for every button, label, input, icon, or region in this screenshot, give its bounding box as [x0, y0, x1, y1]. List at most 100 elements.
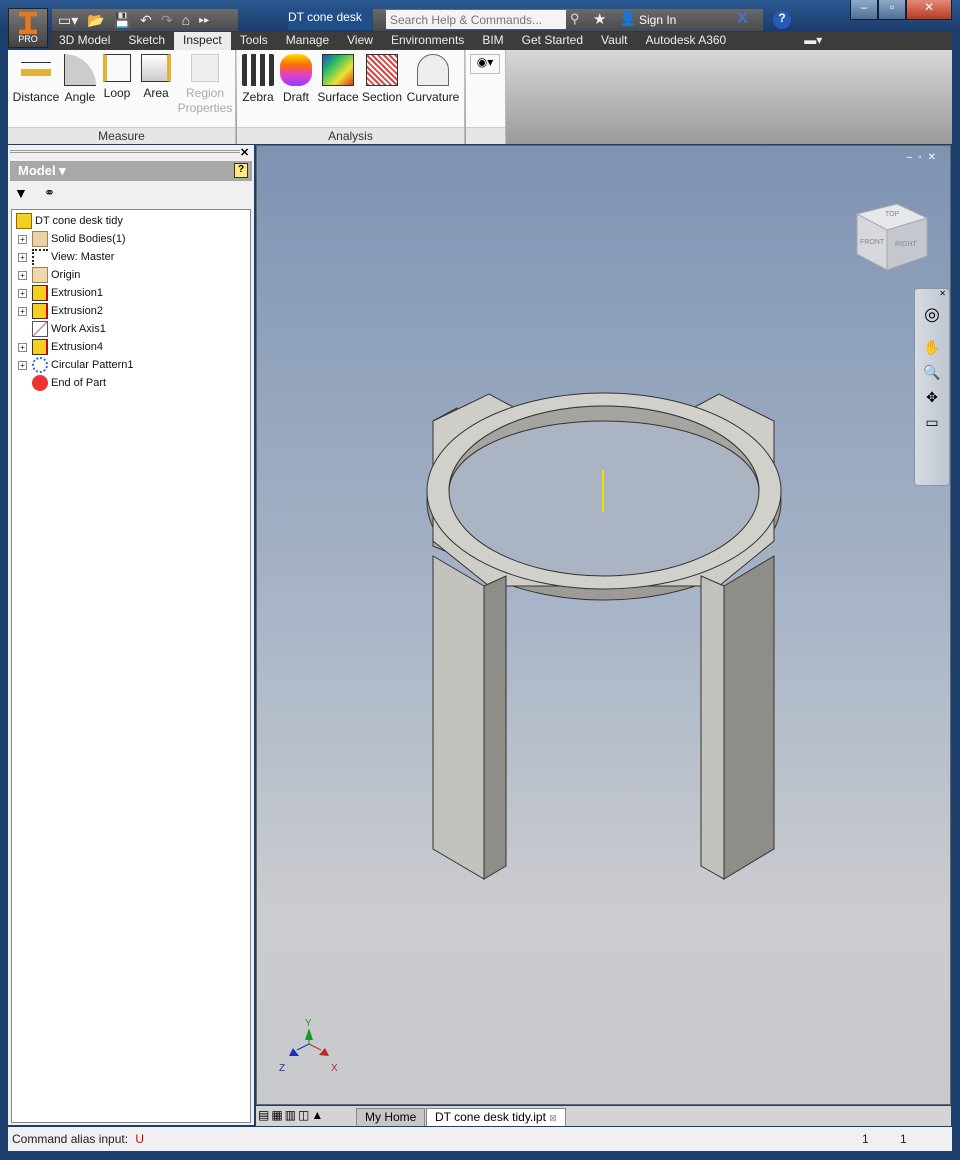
inventor-logo-icon — [19, 12, 37, 34]
model-header[interactable]: Model ▾ — [10, 161, 252, 181]
tab-my-home[interactable]: My Home — [356, 1108, 426, 1126]
expand-icon[interactable]: + — [18, 252, 27, 262]
exchange-apps-icon[interactable]: X — [737, 10, 748, 28]
triad-x-label: X — [331, 1063, 338, 1074]
communication-center-icon[interactable]: ⚲ — [570, 11, 580, 27]
front-right-leg-side — [700, 575, 725, 880]
find-binoculars-icon[interactable]: ⚭ — [44, 185, 55, 201]
tree-node[interactable]: + View: Master — [18, 248, 114, 266]
viewcube[interactable]: TOP FRONT RIGHT — [855, 203, 929, 271]
expand-icon[interactable]: + — [18, 360, 27, 370]
model-browser: ✕ Model ▾ ? ▼ ⚭ DT cone desk tidy + Solid … — [8, 145, 254, 1125]
tab-document[interactable]: DT cone desk tidy.ipt ⊠ — [426, 1108, 566, 1126]
tree-node[interactable]: + Solid Bodies(1) — [18, 230, 126, 248]
favorites-star-icon[interactable]: ★ — [593, 10, 606, 28]
ribbon-display-toggle[interactable]: ▬▾ — [795, 32, 831, 50]
tree-node[interactable]: + Circular Pattern1 — [18, 356, 134, 374]
navbar-close-icon[interactable]: ✕ — [915, 289, 949, 298]
tab-environments[interactable]: Environments — [382, 32, 473, 50]
tab-manage[interactable]: Manage — [277, 32, 338, 50]
application-menu-button[interactable]: PRO — [8, 8, 48, 48]
tab-autodesk-a360[interactable]: Autodesk A360 — [637, 32, 736, 50]
steering-wheel-icon[interactable]: ◎ — [915, 304, 949, 325]
sign-in-button[interactable]: Sign In — [639, 13, 676, 27]
look-at-icon[interactable]: ▭ — [915, 414, 949, 431]
help-icon[interactable]: ? — [773, 11, 791, 29]
area-button[interactable]: Area — [138, 54, 174, 101]
tree-node[interactable]: DT cone desk tidy — [16, 212, 123, 230]
tree-node-label: DT cone desk tidy — [35, 215, 123, 227]
user-icon: 👤 — [619, 10, 637, 26]
front-left-leg-front — [432, 555, 485, 880]
tab-3d-model[interactable]: 3D Model — [50, 32, 119, 50]
tree-node[interactable]: End of Part — [18, 374, 106, 392]
search-input[interactable] — [386, 10, 566, 29]
tab-view[interactable]: View — [338, 32, 382, 50]
tree-node[interactable]: + Extrusion2 — [18, 302, 103, 320]
curvature-icon — [417, 54, 449, 86]
tab-get-started[interactable]: Get Started — [513, 32, 592, 50]
more-icon[interactable]: ▸▸ — [199, 15, 209, 26]
tree-node-label: Extrusion1 — [51, 287, 103, 299]
pan-hand-icon[interactable]: ✋ — [915, 339, 949, 356]
document-tab-bar: ▤▦▥◫▲ My Home DT cone desk tidy.ipt ⊠ — [256, 1106, 951, 1126]
folder-icon — [32, 267, 48, 283]
redo-icon[interactable]: ↷ — [161, 12, 173, 29]
angle-button[interactable]: Angle — [62, 54, 98, 105]
browser-help-icon[interactable]: ? — [234, 163, 248, 178]
surface-button[interactable]: Surface — [317, 54, 359, 105]
browser-grip[interactable] — [10, 150, 240, 153]
tree-node[interactable]: + Origin — [18, 266, 80, 284]
save-icon[interactable]: 💾 — [114, 12, 131, 29]
graphics-window[interactable]: TOP FRONT RIGHT Y X Z –▫✕ — [256, 145, 951, 1105]
expand-icon[interactable]: + — [18, 270, 27, 280]
model-view: TOP FRONT RIGHT Y X Z — [279, 203, 929, 1074]
browser-close-icon[interactable]: ✕ — [240, 146, 249, 159]
extrusion-icon — [32, 285, 48, 301]
section-button[interactable]: Section — [361, 54, 403, 105]
triad-z-label: Z — [279, 1063, 285, 1074]
loop-icon — [103, 54, 131, 82]
loop-button[interactable]: Loop — [100, 54, 134, 101]
curvature-button[interactable]: Curvature — [405, 54, 461, 105]
draft-button[interactable]: Draft — [279, 54, 313, 105]
orbit-icon[interactable]: ✥ — [915, 389, 949, 406]
expand-icon[interactable]: + — [18, 234, 27, 244]
maximize-button[interactable]: ▫ — [878, 0, 906, 20]
document-title: DT cone desk ... — [288, 8, 372, 38]
ribbon: Distance Angle Loop Area Region Propertie… — [8, 50, 952, 144]
tab-close-icon[interactable]: ⊠ — [549, 1113, 557, 1123]
analysis-visibility-dropdown[interactable]: ◉▾ — [470, 54, 500, 74]
filter-icon[interactable]: ▼ — [14, 185, 28, 201]
tab-sketch[interactable]: Sketch — [119, 32, 174, 50]
viewport-window-controls[interactable]: –▫✕ — [907, 152, 943, 163]
expand-icon[interactable]: + — [18, 306, 27, 316]
view-rep-icon — [32, 249, 48, 265]
minimize-button[interactable]: – — [850, 0, 878, 20]
expand-icon[interactable]: + — [18, 288, 27, 298]
part-icon — [16, 213, 32, 229]
zebra-button[interactable]: Zebra — [241, 54, 275, 105]
tab-tools[interactable]: Tools — [231, 32, 277, 50]
tab-vault[interactable]: Vault — [592, 32, 636, 50]
open-icon[interactable]: 📂 — [87, 12, 104, 29]
expand-icon[interactable]: + — [18, 342, 27, 352]
quick-access-toolbar: ▭▾ 📂 💾 ↶ ↷ ⌂ ▸▸ — [52, 9, 238, 31]
home-icon[interactable]: ⌂ — [182, 12, 190, 28]
tree-node[interactable]: + Extrusion4 — [18, 338, 103, 356]
tree-line — [18, 324, 27, 334]
distance-button[interactable]: Distance — [12, 54, 60, 105]
tree-node[interactable]: + Extrusion1 — [18, 284, 103, 302]
measure-panel: Distance Angle Loop Area Region Propertie… — [8, 50, 236, 144]
tree-node[interactable]: Work Axis1 — [18, 320, 106, 338]
command-alias-input[interactable]: U — [135, 1132, 144, 1146]
undo-icon[interactable]: ↶ — [140, 12, 152, 29]
close-button[interactable]: ✕ — [906, 0, 952, 20]
window-arrange-buttons[interactable]: ▤▦▥◫▲ — [258, 1108, 325, 1122]
new-icon[interactable]: ▭▾ — [58, 12, 78, 29]
extra-panel: ◉▾ — [466, 50, 506, 144]
tab-bim[interactable]: BIM — [473, 32, 512, 50]
tab-inspect[interactable]: Inspect — [174, 32, 231, 50]
zoom-icon[interactable]: 🔍 — [915, 364, 949, 381]
work-axis-icon — [32, 321, 48, 337]
